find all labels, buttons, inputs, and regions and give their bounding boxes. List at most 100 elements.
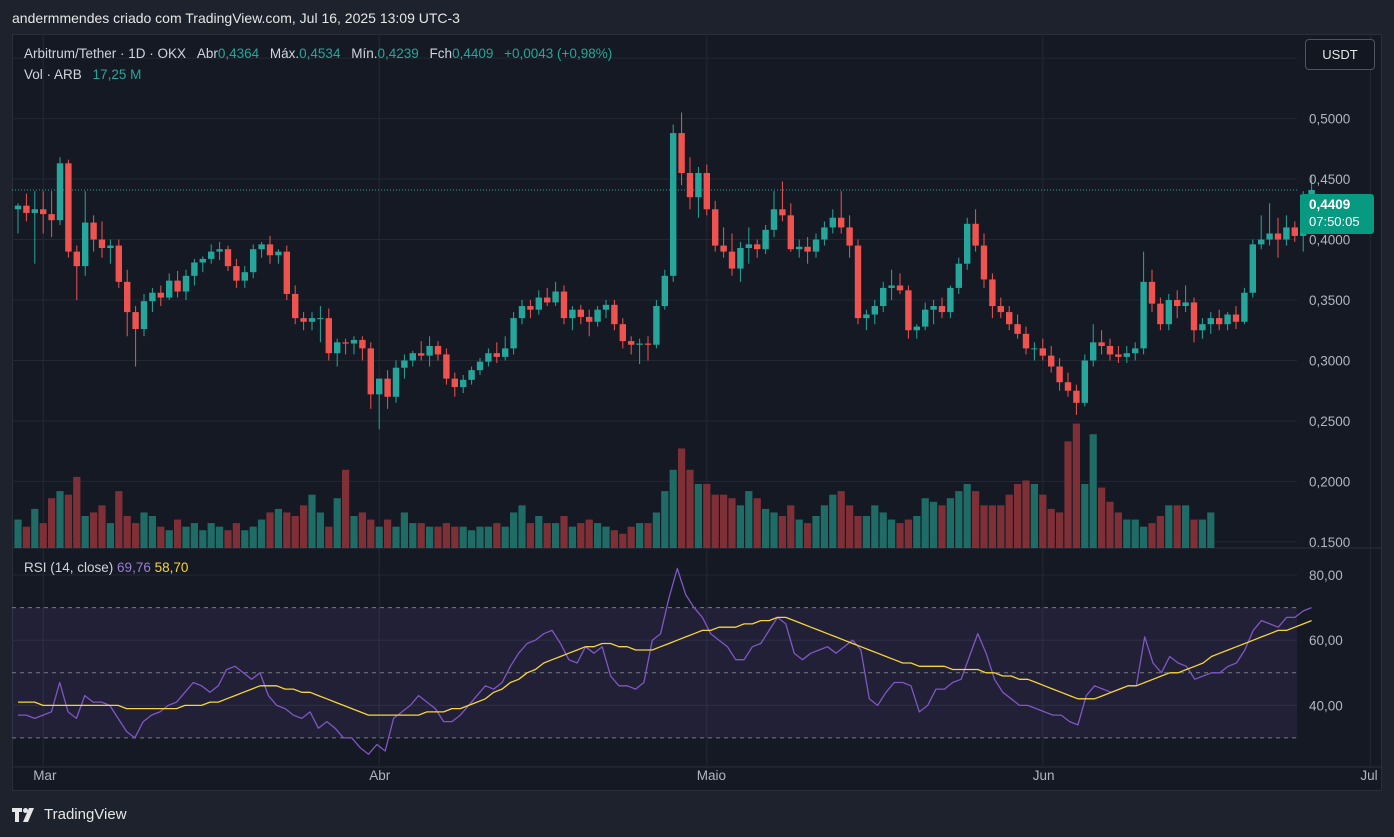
volume-bar	[392, 526, 400, 548]
symbol-label[interactable]: Arbitrum/Tether · 1D · OKX	[24, 46, 186, 61]
volume-bar	[804, 523, 812, 548]
volume-bar	[762, 508, 770, 548]
candle-body	[1274, 233, 1282, 240]
low-value: 0,4239	[377, 46, 419, 61]
volume-bar	[1081, 484, 1089, 548]
candle-body	[1249, 244, 1256, 293]
rsi-label[interactable]: RSI (14, close)	[24, 560, 113, 575]
candle-body	[1115, 354, 1122, 357]
volume-bar	[426, 526, 434, 548]
volume-bar	[846, 505, 854, 548]
low-label: Mín.	[351, 46, 378, 61]
volume-bar	[879, 512, 887, 548]
volume-bar	[1072, 423, 1080, 548]
volume-bar	[232, 523, 240, 548]
candle-body	[350, 339, 358, 344]
candle-body	[527, 306, 534, 310]
volume-bar	[493, 523, 501, 548]
volume-bar	[661, 491, 669, 548]
candle-body	[854, 245, 862, 319]
candle-body	[737, 247, 744, 269]
candle-body	[476, 361, 484, 371]
candle-body	[485, 353, 492, 362]
author-line: andermmendes criado com TradingView.com,…	[12, 10, 460, 26]
candle-body	[602, 304, 610, 310]
candle-body	[863, 314, 870, 319]
candle-body	[997, 306, 1004, 313]
volume-bar	[132, 523, 140, 548]
rsi-legend: RSI (14, close) 69,76 58,70	[24, 560, 188, 575]
candle-body	[308, 318, 316, 322]
candle-body	[275, 251, 282, 256]
tradingview-logo-text: TradingView	[44, 806, 127, 823]
candle-body	[1006, 312, 1013, 325]
tradingview-logo[interactable]: TradingView	[12, 806, 127, 823]
candle-body	[233, 266, 240, 281]
candle-body	[1090, 342, 1097, 361]
volume-bar	[165, 530, 173, 548]
volume-bar	[552, 523, 560, 548]
volume-bar	[22, 526, 30, 548]
candle-body	[418, 353, 425, 356]
candle-body	[443, 354, 450, 379]
candle-body	[157, 292, 164, 298]
volume-bar	[1190, 519, 1198, 548]
volume-bar	[829, 494, 837, 548]
candle-body	[367, 348, 374, 395]
volume-bar	[31, 508, 39, 548]
volume-bar	[585, 519, 593, 548]
candle-body	[292, 293, 299, 319]
volume-bar	[745, 491, 753, 548]
candle-body	[1291, 227, 1298, 236]
volume-bar	[249, 526, 257, 548]
candle-body	[980, 245, 988, 280]
candle-body	[972, 223, 979, 246]
chart-canvas[interactable]: 0,55000,50000,45000,40000,35000,30000,25…	[12, 34, 1382, 791]
candle-body	[460, 379, 467, 388]
candle-body	[628, 341, 635, 345]
volume-bar	[106, 523, 114, 548]
candle-body	[989, 279, 996, 307]
time-axis-tick: Jul	[1360, 768, 1377, 783]
candle-body	[1132, 348, 1139, 354]
volume-bar	[888, 519, 896, 548]
volume-bar	[367, 519, 375, 548]
currency-button[interactable]: USDT	[1305, 39, 1375, 70]
volume-label[interactable]: Vol · ARB	[24, 67, 82, 82]
volume-bar	[543, 523, 551, 548]
volume-bar	[182, 526, 190, 548]
candle-body	[686, 173, 694, 198]
volume-bar	[997, 505, 1005, 548]
candle-body	[1022, 333, 1030, 349]
candle-body	[401, 360, 408, 368]
candle-body	[208, 251, 215, 259]
rsi-value: 69,76	[117, 560, 151, 575]
candle-body	[317, 318, 324, 320]
rsi-axis-tick: 40,00	[1309, 698, 1343, 713]
candle-body	[922, 309, 929, 327]
candle-body	[1073, 390, 1080, 403]
high-label: Máx.	[269, 46, 300, 61]
volume-bar	[384, 519, 392, 548]
volume-bar	[560, 516, 568, 548]
volume-bar	[1089, 434, 1097, 548]
candle-body	[1207, 318, 1214, 325]
volume-bar	[955, 491, 963, 548]
price-axis-tick: 0,4500	[1309, 172, 1350, 187]
candle-body	[871, 306, 878, 315]
candle-body	[703, 173, 710, 210]
candle-body	[216, 249, 223, 252]
candle-body	[266, 244, 274, 256]
candle-body	[947, 287, 954, 313]
candle-body	[1098, 342, 1105, 346]
candle-body	[1014, 324, 1021, 334]
volume-bar	[1022, 480, 1030, 548]
volume-bar	[1056, 512, 1064, 548]
candle-body	[199, 258, 206, 263]
volume-bar	[678, 448, 686, 548]
candle-body	[535, 297, 542, 310]
price-axis-tick: 0,4000	[1309, 233, 1350, 248]
candle-body	[73, 251, 80, 267]
volume-bar	[459, 526, 467, 548]
volume-bar	[266, 512, 274, 548]
